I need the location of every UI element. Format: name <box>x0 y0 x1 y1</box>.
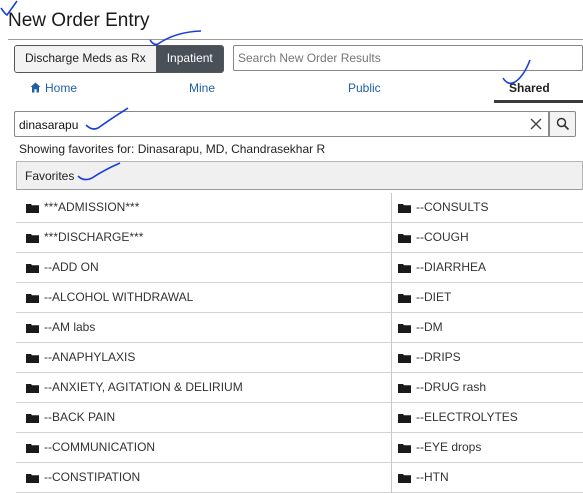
folder-label: --ANAPHYLAXIS <box>44 350 136 364</box>
tab-mine[interactable]: Mine <box>189 78 215 98</box>
folder-left-item[interactable]: --ADD ON <box>16 253 391 283</box>
folder-left-item[interactable]: --CONSTIPATION <box>16 463 391 493</box>
folder-left-item[interactable]: --COMMUNICATION <box>16 433 391 463</box>
folder-label: --DRIPS <box>416 350 461 364</box>
folder-label: --CONSULTS <box>416 200 489 214</box>
folder-icon <box>26 294 39 303</box>
folder-right-item[interactable]: --DRIPS <box>392 343 583 373</box>
folder-left-item[interactable]: --BACK PAIN <box>16 403 391 433</box>
folder-right-item[interactable]: --COUGH <box>392 223 583 253</box>
folder-label: --DIET <box>416 290 452 304</box>
folder-label: --BACK PAIN <box>44 410 116 424</box>
tab-shared[interactable]: Shared <box>509 78 550 98</box>
folder-label: --DIARRHEA <box>416 260 487 274</box>
folder-right-item[interactable]: --DM <box>392 313 583 343</box>
tab-public[interactable]: Public <box>348 78 381 98</box>
page-title: New Order Entry <box>8 10 150 31</box>
folder-label: --COUGH <box>416 230 469 244</box>
folder-icon <box>26 264 39 273</box>
clear-icon[interactable] <box>528 116 544 132</box>
folder-icon <box>26 204 39 213</box>
folder-left-item[interactable]: ***ADMISSION*** <box>16 193 391 223</box>
folder-icon <box>26 444 39 453</box>
folder-label: --DRUG rash <box>416 380 487 394</box>
folder-icon <box>26 474 39 483</box>
folder-right-item[interactable]: --DIET <box>392 283 583 313</box>
folder-icon <box>398 324 411 333</box>
folder-icon <box>398 474 411 483</box>
folder-icon <box>398 384 411 393</box>
pen-mark-inpatient <box>149 30 202 46</box>
folder-left-item[interactable]: --ANXIETY, AGITATION & DELIRIUM <box>16 373 391 403</box>
favorites-header: Favorites <box>16 161 583 190</box>
folder-label: --CONSTIPATION <box>44 470 141 484</box>
folder-left-item[interactable]: --AM labs <box>16 313 391 343</box>
order-mode-toggle: Discharge Meds as Rx Inpatient <box>14 45 224 73</box>
title-divider <box>8 39 583 40</box>
folder-label: --HTN <box>416 470 449 484</box>
magnifier-icon <box>556 117 570 131</box>
folder-icon <box>398 204 411 213</box>
folder-right-item[interactable]: --EYE drops <box>392 433 583 463</box>
search-button[interactable] <box>549 111 576 137</box>
folder-icon <box>398 354 411 363</box>
showing-favorites-text: Showing favorites for: Dinasarapu, MD, C… <box>19 142 326 156</box>
folder-right-item[interactable]: --CONSULTS <box>392 193 583 223</box>
folder-icon <box>26 234 39 243</box>
search-new-order-results-input[interactable] <box>233 45 583 71</box>
folder-icon <box>26 414 39 423</box>
folder-icon <box>26 354 39 363</box>
favorites-user-search <box>14 111 549 137</box>
folder-left-item[interactable]: --ALCOHOL WITHDRAWAL <box>16 283 391 313</box>
home-icon <box>30 82 41 93</box>
folder-right-item[interactable]: --HTN <box>392 463 583 493</box>
folder-icon <box>398 414 411 423</box>
folder-icon <box>26 324 39 333</box>
folder-icon <box>398 444 411 453</box>
folder-icon <box>26 384 39 393</box>
folder-label: --EYE drops <box>416 440 482 454</box>
folder-label: --DM <box>416 320 443 334</box>
folder-label: --AM labs <box>44 320 96 334</box>
active-tab-indicator <box>494 100 583 103</box>
favorites-tabs: Home Mine Public Shared <box>0 78 583 102</box>
folder-right-item[interactable]: --ELECTROLYTES <box>392 403 583 433</box>
folder-label: ***DISCHARGE*** <box>44 230 144 244</box>
folder-label: --COMMUNICATION <box>44 440 156 454</box>
folder-label: ***ADMISSION*** <box>44 200 140 214</box>
folder-label: --ELECTROLYTES <box>416 410 518 424</box>
discharge-meds-button[interactable]: Discharge Meds as Rx <box>15 46 156 72</box>
tab-home-label: Home <box>45 81 78 95</box>
folder-label: --ADD ON <box>44 260 99 274</box>
tab-home[interactable]: Home <box>30 78 77 98</box>
folder-right-item[interactable]: --DIARRHEA <box>392 253 583 283</box>
folder-label: --ANXIETY, AGITATION & DELIRIUM <box>44 380 243 394</box>
favorites-user-search-input[interactable] <box>19 116 519 133</box>
folder-right-item[interactable]: --DRUG rash <box>392 373 583 403</box>
folder-label: --ALCOHOL WITHDRAWAL <box>44 290 194 304</box>
folder-icon <box>398 264 411 273</box>
inpatient-button[interactable]: Inpatient <box>155 46 223 72</box>
folder-icon <box>398 294 411 303</box>
folder-icon <box>398 234 411 243</box>
folder-left-item[interactable]: --ANAPHYLAXIS <box>16 343 391 373</box>
folder-left-item[interactable]: ***DISCHARGE*** <box>16 223 391 253</box>
